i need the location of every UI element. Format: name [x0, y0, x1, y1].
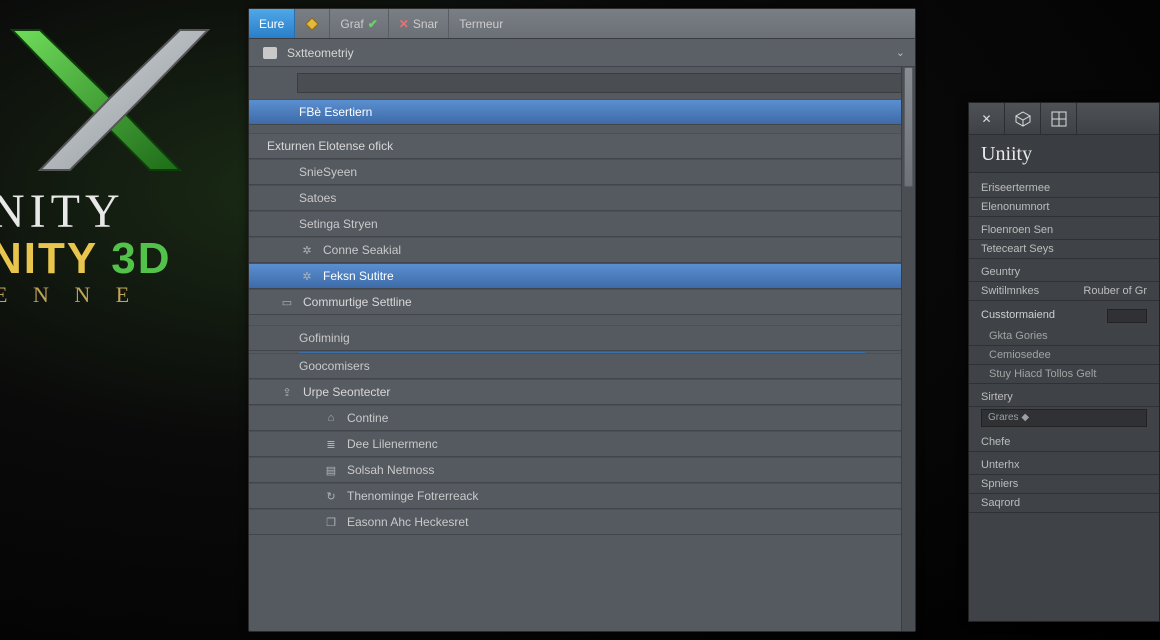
inspector-row[interactable]: Floenroen Sen	[969, 221, 1159, 240]
tag-icon: ⌂	[323, 411, 339, 425]
folder-icon	[263, 47, 277, 59]
diamond-icon	[305, 17, 319, 31]
settings-item[interactable]: ↻Thenominge Fotrerreack	[249, 483, 915, 509]
inspector-dropdown[interactable]: Grares ◆	[981, 409, 1147, 427]
check-icon: ✔	[368, 17, 378, 31]
settings-item[interactable]: Setinga Stryen	[249, 211, 915, 237]
inspector-title: Uniity	[969, 135, 1159, 173]
inspector-row[interactable]: Sirtery	[969, 388, 1159, 407]
chevron-down-icon[interactable]: ⌄	[896, 46, 905, 59]
inspector-tab-grid[interactable]	[1041, 103, 1077, 135]
inspector-tabs: ✕	[969, 103, 1159, 135]
settings-group-extension[interactable]: Exturnen Elotense ofick	[249, 133, 915, 159]
inspector-row[interactable]: Cemiosedee	[969, 346, 1159, 365]
toolbar-termeur-button[interactable]: Termeur	[449, 9, 513, 38]
breadcrumb-bar[interactable]: ⌄	[249, 39, 915, 67]
breadcrumb-input[interactable]	[287, 46, 887, 60]
group-label: Commurtige Settline	[303, 295, 412, 309]
settings-item-selected[interactable]: FBè Esertiern	[249, 99, 915, 125]
grid-icon	[1051, 111, 1067, 127]
settings-item[interactable]: ✲ Conne Seakial	[249, 237, 915, 263]
refresh-icon: ↻	[323, 489, 339, 503]
toolbar-grad-button[interactable]: Graf ✔	[330, 9, 388, 38]
settings-item[interactable]: Gofiminig	[249, 325, 915, 351]
gear-icon: ✲	[299, 269, 315, 283]
settings-group-connector[interactable]: ⇪ Urpe Seontecter	[249, 379, 915, 405]
inspector-panel: ✕ Uniity Eriseertermee Elenonumnort Floe…	[968, 102, 1160, 622]
brand-wordmark-1: NITY	[0, 184, 230, 239]
settings-list: FBè Esertiern Exturnen Elotense ofick Sn…	[249, 99, 915, 631]
inspector-section-header[interactable]: Cusstormaiend	[969, 305, 1159, 327]
inspector-row[interactable]: Eriseertermee	[969, 179, 1159, 198]
inspector-tab-cube[interactable]	[1005, 103, 1041, 135]
inspector-row[interactable]: Stuy Hiacd Tollos Gelt	[969, 365, 1159, 384]
brand-logo-x	[10, 20, 210, 180]
inspector-row[interactable]: Chefe	[969, 433, 1159, 452]
inspector-row[interactable]: Elenonumnort	[969, 198, 1159, 217]
settings-item[interactable]: ❐Easonn Ahc Heckesret	[249, 509, 915, 535]
inspector-row[interactable]: Switilmnkes Rouber of Gr	[969, 282, 1159, 301]
layers-icon: ❐	[323, 515, 339, 529]
wand-icon: ✕	[981, 112, 991, 126]
settings-item[interactable]: Goocomisers	[249, 353, 915, 379]
inspector-row[interactable]: Geuntry	[969, 263, 1159, 282]
toolbar: Eure Graf ✔ ✕ Snar Termeur	[249, 9, 915, 39]
toolbar-snar-button[interactable]: ✕ Snar	[389, 9, 449, 38]
image-icon: ▤	[323, 463, 339, 477]
settings-group-community[interactable]: ▭ Commurtige Settline	[249, 289, 915, 315]
arrow-icon: ⇪	[279, 385, 295, 399]
brand-logo-area: NITY NITY 3D E N N E	[0, 20, 230, 420]
group-label: Urpe Seontecter	[303, 385, 390, 399]
inspector-row[interactable]: Saqrord	[969, 494, 1159, 513]
inspector-row[interactable]: Teteceart Seys	[969, 240, 1159, 259]
filter-input[interactable]	[297, 73, 903, 93]
gear-icon: ✲	[299, 243, 315, 257]
page-icon: ▭	[279, 295, 295, 309]
brand-wordmark-2: NITY 3D	[0, 233, 230, 284]
list-icon: ≣	[323, 437, 339, 451]
settings-item-selected[interactable]: ✲ Feksn Sutitre	[249, 263, 915, 289]
inspector-tab-tools[interactable]: ✕	[969, 103, 1005, 135]
toolbar-eure-button[interactable]: Eure	[249, 9, 295, 38]
settings-item[interactable]: ▤Solsah Netmoss	[249, 457, 915, 483]
scrollbar[interactable]	[901, 67, 915, 631]
cube-icon	[1015, 111, 1031, 127]
group-label: Exturnen Elotense ofick	[267, 139, 393, 153]
inspector-row[interactable]: Unterhx	[969, 456, 1159, 475]
toolbar-diamond-button[interactable]	[295, 9, 330, 38]
settings-item-label: FBè Esertiern	[299, 105, 372, 119]
settings-item[interactable]: ≣Dee Lilenermenc	[249, 431, 915, 457]
close-icon: ✕	[399, 17, 409, 31]
inspector-row[interactable]: Gkta Gories	[969, 327, 1159, 346]
settings-item[interactable]: Satoes	[249, 185, 915, 211]
color-swatch[interactable]	[1107, 309, 1147, 323]
settings-window: Eure Graf ✔ ✕ Snar Termeur ⌄ FBè Ese	[248, 8, 916, 632]
brand-subtitle: E N N E	[0, 282, 230, 308]
settings-item[interactable]: ⌂Contine	[249, 405, 915, 431]
scrollbar-thumb[interactable]	[904, 67, 913, 187]
settings-item[interactable]: SnieSyeen	[249, 159, 915, 185]
inspector-row[interactable]: Spniers	[969, 475, 1159, 494]
